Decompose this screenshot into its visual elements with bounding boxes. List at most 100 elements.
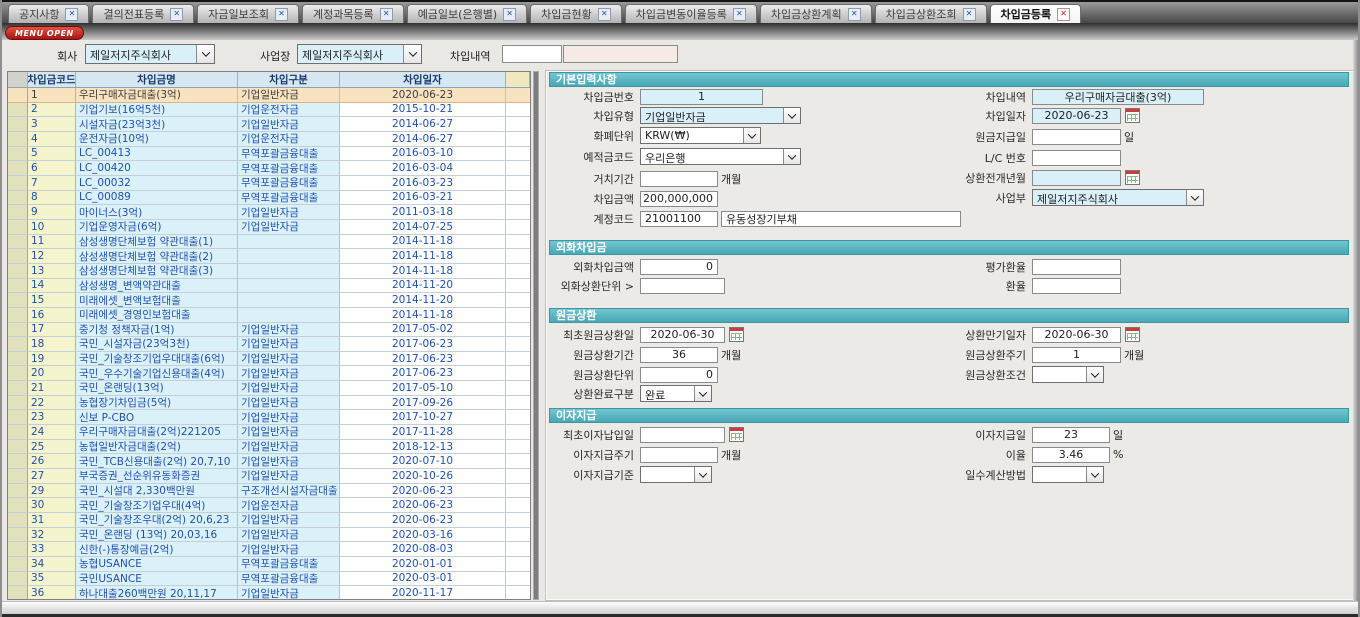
tab[interactable]: 결의전표등록 <box>92 4 194 23</box>
header-loan-type[interactable]: 차입구분 <box>238 72 340 87</box>
table-row[interactable]: 14 삼성생명_변액약관대출 2014-11-20 <box>8 279 530 294</box>
loan-detail-filter-input[interactable] <box>502 45 562 63</box>
repay-unit-input[interactable]: 0 <box>640 367 718 383</box>
repay-cycle-input[interactable]: 1 <box>1032 347 1121 363</box>
tab-close-icon[interactable] <box>733 8 746 21</box>
tab-close-icon[interactable] <box>598 8 611 21</box>
table-row[interactable]: 24 우리구매자금대출(2억)221205 기업일반자금 2017-11-28 <box>8 425 530 440</box>
interest-cycle-input[interactable] <box>640 447 718 463</box>
calendar-icon[interactable] <box>1125 327 1140 342</box>
tab-close-icon[interactable] <box>380 8 393 21</box>
repay-period-input[interactable]: 36 <box>640 347 718 363</box>
table-row[interactable]: 20 국민_우수기술기업신용대출(4억) 기업일반자금 2017-06-23 <box>8 366 530 381</box>
chevron-down-icon[interactable] <box>743 128 760 143</box>
tab[interactable]: 공지사항 <box>8 4 89 23</box>
calendar-icon[interactable] <box>729 327 744 342</box>
chevron-down-icon[interactable] <box>403 45 421 63</box>
table-row[interactable]: 8 LC_00089 무역포괄금융대출 2016-03-21 <box>8 191 530 206</box>
menu-open-button[interactable]: MENU OPEN <box>5 26 84 40</box>
principal-pay-day-input[interactable] <box>1032 129 1121 145</box>
table-row[interactable]: 7 LC_00032 무역포괄금융대출 2016-03-23 <box>8 176 530 191</box>
table-row[interactable]: 2 기업기보(16억5천) 기업운전자금 2015-10-21 <box>8 103 530 118</box>
tab[interactable]: 계정과목등록 <box>302 4 404 23</box>
table-row[interactable]: 15 미래에셋_변액보험대출 2014-11-20 <box>8 293 530 308</box>
tab[interactable]: 차입금상환조회 <box>875 4 987 23</box>
chevron-down-icon[interactable] <box>783 108 800 123</box>
interest-pay-day-input[interactable]: 23 <box>1032 427 1110 443</box>
table-row[interactable]: 18 국민_시설자금(23억3천) 기업일반자금 2017-06-23 <box>8 337 530 352</box>
account-name-input[interactable]: 유동성장기부채 <box>721 211 961 227</box>
chevron-down-icon[interactable] <box>1086 367 1103 382</box>
site-select[interactable]: 제일저지주식회사 <box>297 44 422 64</box>
table-row[interactable]: 19 국민_기술창조기업우대대출(6억) 기업일반자금 2017-06-23 <box>8 352 530 367</box>
tab-close-icon[interactable] <box>503 8 516 21</box>
table-row[interactable]: 11 삼성생명단체보험 약관대출(1) 2014-11-18 <box>8 235 530 250</box>
loan-amount-input[interactable]: 200,000,000 <box>640 191 718 207</box>
table-row[interactable]: 30 국민_기술창조기업우대(4억) 기업운전자금 2020-06-23 <box>8 498 530 513</box>
tab-close-icon[interactable] <box>65 8 78 21</box>
chevron-down-icon[interactable] <box>694 386 711 401</box>
tab[interactable]: 자금일보조회 <box>197 4 299 23</box>
scrollbar-thumb[interactable] <box>534 72 538 599</box>
loan-type-select[interactable]: 기업일반자금 <box>640 107 801 124</box>
table-row[interactable]: 17 중기청 정책자금(1억) 기업일반자금 2017-05-02 <box>8 323 530 338</box>
account-code-input[interactable]: 21001100 <box>640 211 718 227</box>
chevron-down-icon[interactable] <box>196 45 214 63</box>
table-row[interactable]: 9 마이너스(3억) 기업일반자금 2011-03-18 <box>8 205 530 220</box>
repay-complete-select[interactable]: 완료 <box>640 385 712 402</box>
table-row[interactable]: 1 우리구매자금대출(3억) 기업일반자금 2020-06-23 <box>8 88 530 103</box>
table-row[interactable]: 6 LC_00420 무역포괄금융대출 2016-03-04 <box>8 161 530 176</box>
table-row[interactable]: 22 농협장기차입금(5억) 기업일반자금 2017-09-26 <box>8 396 530 411</box>
table-row[interactable]: 27 부국증권_선순위유동화증권 기업일반자금 2020-10-26 <box>8 469 530 484</box>
interest-rate-input[interactable]: 3.46 <box>1032 447 1110 463</box>
repay-condition-select[interactable] <box>1032 366 1104 383</box>
calendar-icon[interactable] <box>1125 170 1140 185</box>
interest-basis-select[interactable] <box>640 466 712 483</box>
loan-detail-filter-input2[interactable] <box>563 45 678 63</box>
table-row[interactable]: 4 운전자금(10억) 기업운전자금 2014-06-27 <box>8 132 530 147</box>
table-row[interactable]: 23 신보 P-CBO 기업일반자금 2017-10-27 <box>8 410 530 425</box>
table-row[interactable]: 12 삼성생명단체보험 약관대출(2) 2014-11-18 <box>8 249 530 264</box>
loan-detail-input[interactable]: 우리구매자금대출(3억) <box>1032 89 1204 105</box>
calendar-icon[interactable] <box>1125 108 1140 123</box>
table-row[interactable]: 35 국민USANCE 무역포괄금융대출 2020-03-01 <box>8 572 530 587</box>
table-row[interactable]: 16 미래에셋_경영인보험대출 2014-11-18 <box>8 308 530 323</box>
grace-period-input[interactable] <box>640 171 718 187</box>
table-row[interactable]: 10 기업운영자금(6억) 기업일반자금 2014-07-25 <box>8 220 530 235</box>
deposit-code-select[interactable]: 우리은행 <box>640 148 801 165</box>
loan-date-input[interactable]: 2020-06-23 <box>1032 108 1121 124</box>
table-row[interactable]: 33 신한(-)통장예금(2억) 기업일반자금 2020-08-03 <box>8 542 530 557</box>
chevron-down-icon[interactable] <box>694 467 711 482</box>
header-loan-name[interactable]: 차입금명 <box>76 72 238 87</box>
exchange-rate-input[interactable] <box>1032 278 1121 294</box>
table-row[interactable]: 32 국민_온랜딩 (13억) 20,03,16 기업일반자금 2020-03-… <box>8 528 530 543</box>
tab[interactable]: 차입금현황 <box>530 4 622 23</box>
table-row[interactable]: 25 농협일반자금대출(2억) 기업일반자금 2018-12-13 <box>8 440 530 455</box>
table-row[interactable]: 34 농협USANCE 무역포괄금융대출 2020-01-01 <box>8 557 530 572</box>
table-row[interactable]: 13 삼성생명단체보험 약관대출(3) 2014-11-18 <box>8 264 530 279</box>
first-interest-date-input[interactable] <box>640 427 725 443</box>
company-select[interactable]: 제일저지주식회사 <box>85 44 215 64</box>
calendar-icon[interactable] <box>729 427 744 442</box>
tab-close-icon[interactable] <box>963 8 976 21</box>
fx-amount-input[interactable]: 0 <box>640 259 718 275</box>
lc-no-input[interactable] <box>1032 150 1121 166</box>
table-row[interactable]: 21 국민_온랜딩(13억) 기업일반자금 2017-05-10 <box>8 381 530 396</box>
tab[interactable]: 예금일보(은행별) <box>407 4 527 23</box>
fx-repay-unit-input[interactable] <box>640 278 725 294</box>
grid-scrollbar[interactable] <box>533 71 539 600</box>
chevron-down-icon[interactable] <box>1186 190 1203 205</box>
table-row[interactable]: 3 시설자금(23억3천) 기업일반자금 2014-06-27 <box>8 117 530 132</box>
table-row[interactable]: 31 국민_기술창조우대(2억) 20,6,23 기업일반자금 2020-06-… <box>8 513 530 528</box>
header-loan-date[interactable]: 차입일자 <box>340 72 506 87</box>
loan-no-input[interactable]: 1 <box>640 89 763 105</box>
table-row[interactable]: 26 국민_TCB신용대출(2억) 20,7,10 기업일반자금 2020-07… <box>8 454 530 469</box>
division-select[interactable]: 제일저지주식회사 <box>1032 189 1204 206</box>
maturity-date-input[interactable]: 2020-06-30 <box>1032 327 1121 343</box>
tab[interactable]: 차입금등록 <box>990 4 1082 23</box>
first-repay-date-input[interactable]: 2020-06-30 <box>640 327 725 343</box>
chevron-down-icon[interactable] <box>1086 467 1103 482</box>
tab[interactable]: 차입금변동이율등록 <box>625 4 757 23</box>
tab[interactable]: 차입금상환계획 <box>760 4 872 23</box>
eval-rate-input[interactable] <box>1032 259 1121 275</box>
